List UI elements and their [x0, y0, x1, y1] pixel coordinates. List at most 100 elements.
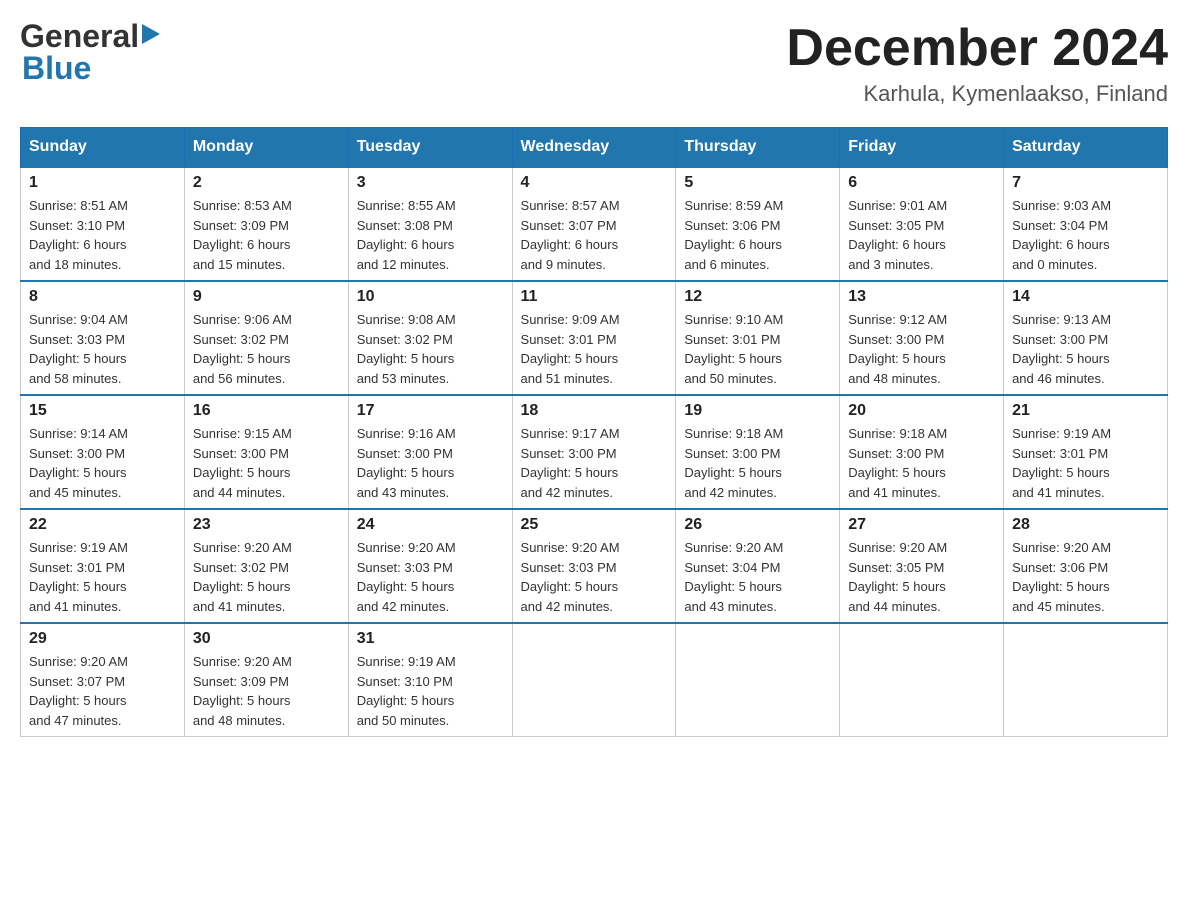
day-cell: 15 Sunrise: 9:14 AM Sunset: 3:00 PM Dayli… [21, 395, 185, 509]
header-thursday: Thursday [676, 128, 840, 168]
day-info: Sunrise: 9:20 AM Sunset: 3:04 PM Dayligh… [684, 538, 831, 616]
day-cell: 9 Sunrise: 9:06 AM Sunset: 3:02 PM Daylig… [184, 281, 348, 395]
location-title: Karhula, Kymenlaakso, Finland [786, 81, 1168, 107]
day-cell: 27 Sunrise: 9:20 AM Sunset: 3:05 PM Dayli… [840, 509, 1004, 623]
day-info: Sunrise: 8:51 AM Sunset: 3:10 PM Dayligh… [29, 196, 176, 274]
day-number: 14 [1012, 288, 1159, 306]
day-info: Sunrise: 9:17 AM Sunset: 3:00 PM Dayligh… [521, 424, 668, 502]
day-info: Sunrise: 9:08 AM Sunset: 3:02 PM Dayligh… [357, 310, 504, 388]
day-cell: 21 Sunrise: 9:19 AM Sunset: 3:01 PM Dayli… [1004, 395, 1168, 509]
weekday-header-row: Sunday Monday Tuesday Wednesday Thursday… [21, 128, 1168, 168]
day-info: Sunrise: 9:20 AM Sunset: 3:03 PM Dayligh… [521, 538, 668, 616]
day-cell: 2Sunrise: 8:53 AM Sunset: 3:09 PM Daylig… [184, 167, 348, 281]
header-saturday: Saturday [1004, 128, 1168, 168]
day-cell: 12 Sunrise: 9:10 AM Sunset: 3:01 PM Dayli… [676, 281, 840, 395]
day-number: 4 [521, 174, 668, 192]
day-number: 18 [521, 402, 668, 420]
day-number: 10 [357, 288, 504, 306]
day-cell [840, 623, 1004, 737]
day-cell: 20 Sunrise: 9:18 AM Sunset: 3:00 PM Dayli… [840, 395, 1004, 509]
day-cell: 22 Sunrise: 9:19 AM Sunset: 3:01 PM Dayli… [21, 509, 185, 623]
header-wednesday: Wednesday [512, 128, 676, 168]
day-info: Sunrise: 9:19 AM Sunset: 3:01 PM Dayligh… [29, 538, 176, 616]
day-number: 5 [684, 174, 831, 192]
day-cell: 28 Sunrise: 9:20 AM Sunset: 3:06 PM Dayli… [1004, 509, 1168, 623]
day-info: Sunrise: 9:20 AM Sunset: 3:07 PM Dayligh… [29, 652, 176, 730]
day-info: Sunrise: 9:15 AM Sunset: 3:00 PM Dayligh… [193, 424, 340, 502]
day-number: 15 [29, 402, 176, 420]
day-number: 22 [29, 516, 176, 534]
day-cell [676, 623, 840, 737]
page-header: General Blue December 2024 Karhula, Kyme… [20, 20, 1168, 107]
day-info: Sunrise: 9:04 AM Sunset: 3:03 PM Dayligh… [29, 310, 176, 388]
day-number: 31 [357, 630, 504, 648]
day-number: 23 [193, 516, 340, 534]
day-number: 27 [848, 516, 995, 534]
day-number: 17 [357, 402, 504, 420]
day-cell [512, 623, 676, 737]
week-row-1: 1 Sunrise: 8:51 AM Sunset: 3:10 PM Daylig… [21, 167, 1168, 281]
day-info: Sunrise: 8:55 AM Sunset: 3:08 PM Dayligh… [357, 196, 504, 274]
day-info: Sunrise: 9:19 AM Sunset: 3:01 PM Dayligh… [1012, 424, 1159, 502]
day-info: Sunrise: 9:20 AM Sunset: 3:05 PM Dayligh… [848, 538, 995, 616]
day-number: 11 [521, 288, 668, 306]
day-cell: 1 Sunrise: 8:51 AM Sunset: 3:10 PM Daylig… [21, 167, 185, 281]
day-info: Sunrise: 9:01 AM Sunset: 3:05 PM Dayligh… [848, 196, 995, 274]
day-cell: 26 Sunrise: 9:20 AM Sunset: 3:04 PM Dayli… [676, 509, 840, 623]
day-number: 28 [1012, 516, 1159, 534]
day-info: Sunrise: 9:12 AM Sunset: 3:00 PM Dayligh… [848, 310, 995, 388]
month-title: December 2024 [786, 20, 1168, 77]
day-info: Sunrise: 9:20 AM Sunset: 3:06 PM Dayligh… [1012, 538, 1159, 616]
day-number: 25 [521, 516, 668, 534]
day-info: Sunrise: 8:57 AM Sunset: 3:07 PM Dayligh… [521, 196, 668, 274]
day-number: 20 [848, 402, 995, 420]
header-sunday: Sunday [21, 128, 185, 168]
day-number: 6 [848, 174, 995, 192]
day-info: Sunrise: 9:10 AM Sunset: 3:01 PM Dayligh… [684, 310, 831, 388]
day-cell: 19Sunrise: 9:18 AM Sunset: 3:00 PM Dayli… [676, 395, 840, 509]
day-cell: 10 Sunrise: 9:08 AM Sunset: 3:02 PM Dayli… [348, 281, 512, 395]
day-cell: 24Sunrise: 9:20 AM Sunset: 3:03 PM Dayli… [348, 509, 512, 623]
day-number: 12 [684, 288, 831, 306]
logo-triangle-icon [142, 24, 160, 48]
day-cell: 4 Sunrise: 8:57 AM Sunset: 3:07 PM Daylig… [512, 167, 676, 281]
day-number: 13 [848, 288, 995, 306]
day-cell: 30Sunrise: 9:20 AM Sunset: 3:09 PM Dayli… [184, 623, 348, 737]
day-cell: 18 Sunrise: 9:17 AM Sunset: 3:00 PM Dayli… [512, 395, 676, 509]
day-cell: 13 Sunrise: 9:12 AM Sunset: 3:00 PM Dayli… [840, 281, 1004, 395]
day-cell: 11 Sunrise: 9:09 AM Sunset: 3:01 PM Dayli… [512, 281, 676, 395]
day-number: 21 [1012, 402, 1159, 420]
day-number: 16 [193, 402, 340, 420]
week-row-4: 22 Sunrise: 9:19 AM Sunset: 3:01 PM Dayli… [21, 509, 1168, 623]
day-number: 1 [29, 174, 176, 192]
day-info: Sunrise: 9:16 AM Sunset: 3:00 PM Dayligh… [357, 424, 504, 502]
day-cell: 6 Sunrise: 9:01 AM Sunset: 3:05 PM Daylig… [840, 167, 1004, 281]
logo: General Blue [20, 20, 160, 87]
day-info: Sunrise: 9:06 AM Sunset: 3:02 PM Dayligh… [193, 310, 340, 388]
day-info: Sunrise: 9:09 AM Sunset: 3:01 PM Dayligh… [521, 310, 668, 388]
day-number: 26 [684, 516, 831, 534]
header-friday: Friday [840, 128, 1004, 168]
day-cell: 8Sunrise: 9:04 AM Sunset: 3:03 PM Daylig… [21, 281, 185, 395]
header-monday: Monday [184, 128, 348, 168]
day-info: Sunrise: 9:20 AM Sunset: 3:03 PM Dayligh… [357, 538, 504, 616]
header-tuesday: Tuesday [348, 128, 512, 168]
day-cell: 29Sunrise: 9:20 AM Sunset: 3:07 PM Dayli… [21, 623, 185, 737]
day-info: Sunrise: 9:20 AM Sunset: 3:02 PM Dayligh… [193, 538, 340, 616]
day-cell: 31 Sunrise: 9:19 AM Sunset: 3:10 PM Dayli… [348, 623, 512, 737]
logo-general-text: General [20, 20, 139, 52]
day-info: Sunrise: 9:03 AM Sunset: 3:04 PM Dayligh… [1012, 196, 1159, 274]
day-number: 9 [193, 288, 340, 306]
day-info: Sunrise: 9:14 AM Sunset: 3:00 PM Dayligh… [29, 424, 176, 502]
day-number: 3 [357, 174, 504, 192]
day-info: Sunrise: 9:19 AM Sunset: 3:10 PM Dayligh… [357, 652, 504, 730]
day-cell: 16 Sunrise: 9:15 AM Sunset: 3:00 PM Dayli… [184, 395, 348, 509]
calendar-table: Sunday Monday Tuesday Wednesday Thursday… [20, 127, 1168, 737]
week-row-3: 15 Sunrise: 9:14 AM Sunset: 3:00 PM Dayli… [21, 395, 1168, 509]
day-cell: 25 Sunrise: 9:20 AM Sunset: 3:03 PM Dayli… [512, 509, 676, 623]
day-info: Sunrise: 9:18 AM Sunset: 3:00 PM Dayligh… [848, 424, 995, 502]
day-cell: 17 Sunrise: 9:16 AM Sunset: 3:00 PM Dayli… [348, 395, 512, 509]
day-info: Sunrise: 8:59 AM Sunset: 3:06 PM Dayligh… [684, 196, 831, 274]
logo-blue-text: Blue [20, 50, 91, 87]
day-info: Sunrise: 8:53 AM Sunset: 3:09 PM Dayligh… [193, 196, 340, 274]
